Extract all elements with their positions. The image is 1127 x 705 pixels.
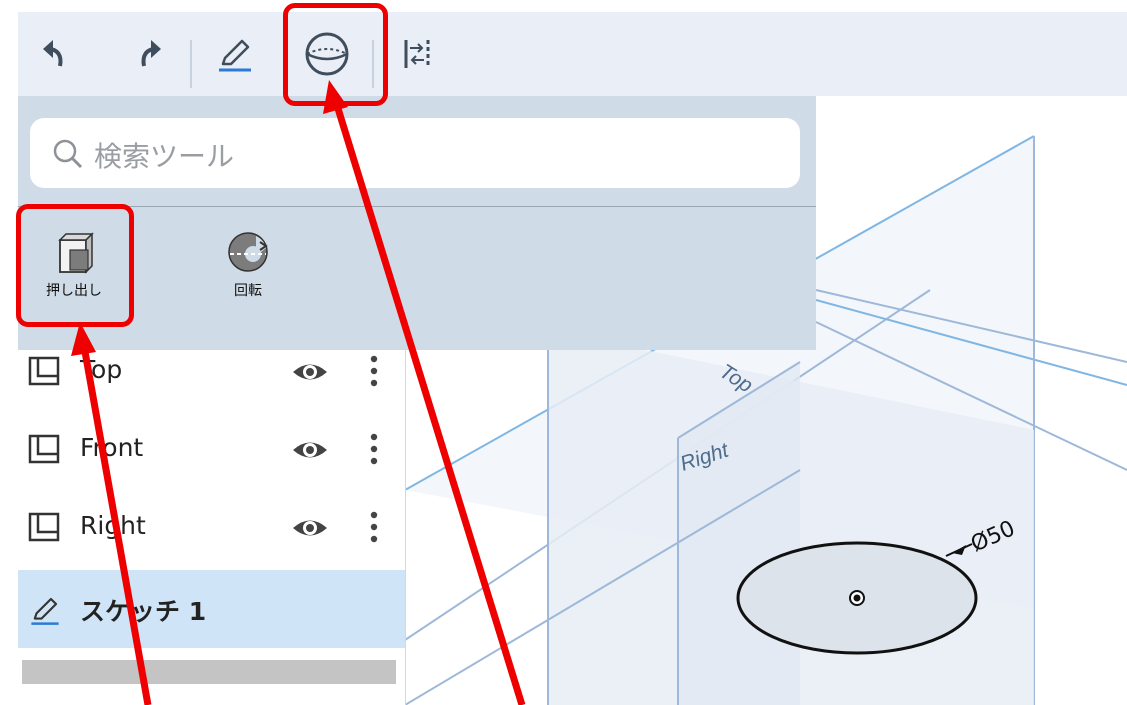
top-toolbar: [18, 12, 1127, 96]
plane-icon: [28, 512, 60, 542]
search-tools-input[interactable]: 検索ツール: [30, 118, 800, 188]
plane-icon: [28, 434, 60, 464]
redo-button[interactable]: [122, 12, 170, 96]
sketch-button[interactable]: [211, 12, 259, 96]
feature-item-right[interactable]: Right: [18, 489, 405, 567]
feature-label: Front: [80, 433, 144, 462]
plane-icon: [28, 356, 60, 386]
visibility-eye-icon[interactable]: [291, 359, 329, 385]
revolve-tool-button[interactable]: 回転: [198, 226, 298, 306]
feature-label: Top: [80, 355, 123, 384]
tool-label: 回転: [234, 283, 262, 299]
align-button[interactable]: [394, 12, 442, 96]
more-menu-icon[interactable]: [367, 353, 381, 389]
search-placeholder: 検索ツール: [94, 140, 235, 173]
search-icon: [53, 139, 83, 169]
list-scrollbar[interactable]: [22, 660, 396, 684]
feature-tools-panel: 検索ツール 押し出し 回転: [18, 96, 816, 350]
sketch-pencil-icon: [219, 39, 251, 72]
more-menu-icon[interactable]: [367, 431, 381, 467]
redo-icon: [141, 40, 161, 67]
more-menu-icon[interactable]: [367, 509, 381, 545]
visibility-eye-icon[interactable]: [291, 515, 329, 541]
panel-divider: [18, 206, 816, 207]
revolve-icon: [228, 232, 268, 272]
sketch-circle[interactable]: [736, 541, 978, 655]
highlight-extrude-tool: [16, 204, 134, 327]
sketch-pencil-icon: [31, 597, 59, 625]
align-icon: [404, 40, 430, 68]
visibility-eye-icon[interactable]: [291, 437, 329, 463]
highlight-part-studio-button: [283, 3, 388, 106]
feature-label: Right: [80, 511, 146, 540]
feature-item-front[interactable]: Front: [18, 411, 405, 489]
undo-button[interactable]: [34, 12, 82, 96]
feature-label: スケッチ 1: [80, 597, 207, 626]
feature-item-sketch-1[interactable]: スケッチ 1: [18, 570, 405, 648]
undo-icon: [43, 40, 63, 67]
toolbar-separator: [190, 40, 192, 88]
